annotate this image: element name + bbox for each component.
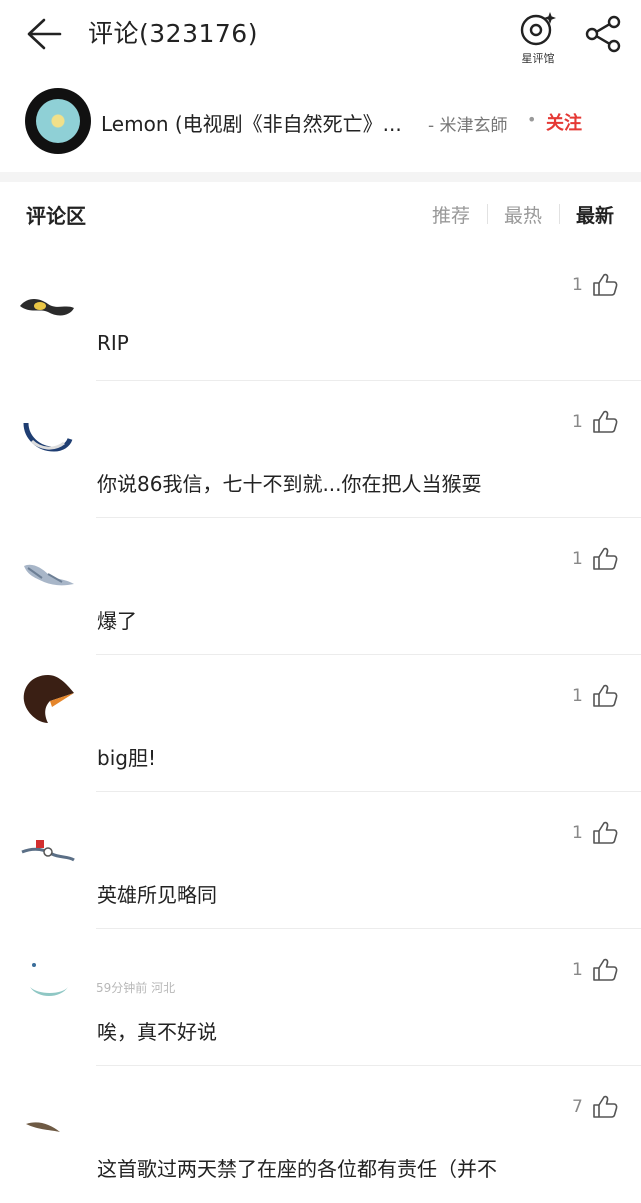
- comment-section-header: 评论区 推荐 最热 最新: [0, 192, 641, 236]
- like-count: 1: [572, 960, 583, 980]
- comment-item[interactable]: 你说86我信，七十不到就...你在把人当猴耍 1: [0, 381, 641, 518]
- user-avatar[interactable]: [18, 671, 76, 729]
- comment-text: big胆!: [97, 746, 156, 770]
- comment-text: 英雄所见略同: [97, 883, 217, 907]
- thumbs-up-icon[interactable]: [592, 547, 618, 571]
- comment-item[interactable]: big胆! 1: [0, 655, 641, 792]
- share-icon[interactable]: [584, 14, 624, 54]
- user-avatar[interactable]: [18, 556, 76, 614]
- user-avatar[interactable]: [18, 959, 76, 1017]
- star-review-label: 星评馆: [521, 52, 555, 65]
- comment-item[interactable]: 这首歌过两天禁了在座的各位都有责任（并不 7: [0, 1066, 641, 1203]
- thumbs-up-icon[interactable]: [592, 684, 618, 708]
- comment-text: 唉，真不好说: [97, 1020, 217, 1044]
- like-count: 1: [572, 412, 583, 432]
- comment-item[interactable]: 59分钟前 河北 唉，真不好说 1: [0, 929, 641, 1066]
- user-avatar[interactable]: [18, 830, 76, 888]
- thumbs-up-icon[interactable]: [592, 1095, 618, 1119]
- sort-divider: [559, 204, 560, 224]
- comment-item[interactable]: RIP 1: [0, 244, 641, 381]
- comment-meta: 59分钟前 河北: [96, 981, 176, 995]
- separator-dot: •: [527, 110, 537, 129]
- thumbs-up-icon[interactable]: [592, 821, 618, 845]
- like-count: 1: [572, 549, 583, 569]
- sort-divider: [487, 204, 488, 224]
- section-title: 评论区: [26, 204, 86, 228]
- comment-text: RIP: [97, 331, 129, 355]
- page-title: 评论(323176): [88, 19, 258, 48]
- like-count: 7: [572, 1097, 583, 1117]
- sort-recommended-tab[interactable]: 推荐: [432, 201, 470, 228]
- user-avatar[interactable]: [18, 1110, 76, 1168]
- thumbs-up-icon[interactable]: [592, 273, 618, 297]
- star-review-button[interactable]: 星评馆: [514, 10, 562, 66]
- like-count: 1: [572, 823, 583, 843]
- sort-hot-tab[interactable]: 最热: [504, 201, 542, 228]
- vinyl-star-icon: [520, 12, 556, 46]
- section-divider: [0, 172, 641, 182]
- song-info-row[interactable]: Lemon (电视剧《非自然死亡》... - 米津玄師 • 关注: [0, 80, 641, 172]
- thumbs-up-icon[interactable]: [592, 958, 618, 982]
- like-count: 1: [572, 686, 583, 706]
- like-count: 1: [572, 275, 583, 295]
- album-cover: [25, 88, 91, 154]
- sort-latest-tab[interactable]: 最新: [576, 201, 614, 228]
- comment-text: 爆了: [97, 609, 137, 633]
- user-avatar[interactable]: [18, 282, 76, 340]
- back-arrow-icon[interactable]: [24, 16, 64, 52]
- follow-button[interactable]: 关注: [546, 109, 582, 135]
- song-artist: - 米津玄師: [428, 116, 508, 136]
- user-avatar[interactable]: [18, 419, 76, 477]
- comment-text: 这首歌过两天禁了在座的各位都有责任（并不: [97, 1157, 497, 1181]
- comment-item[interactable]: 爆了 1: [0, 518, 641, 655]
- comment-item[interactable]: 英雄所见略同 1: [0, 792, 641, 929]
- top-bar: 评论(323176) 星评馆: [0, 0, 641, 70]
- song-title: Lemon (电视剧《非自然死亡》...: [101, 112, 402, 136]
- comment-text: 你说86我信，七十不到就...你在把人当猴耍: [97, 472, 482, 496]
- thumbs-up-icon[interactable]: [592, 410, 618, 434]
